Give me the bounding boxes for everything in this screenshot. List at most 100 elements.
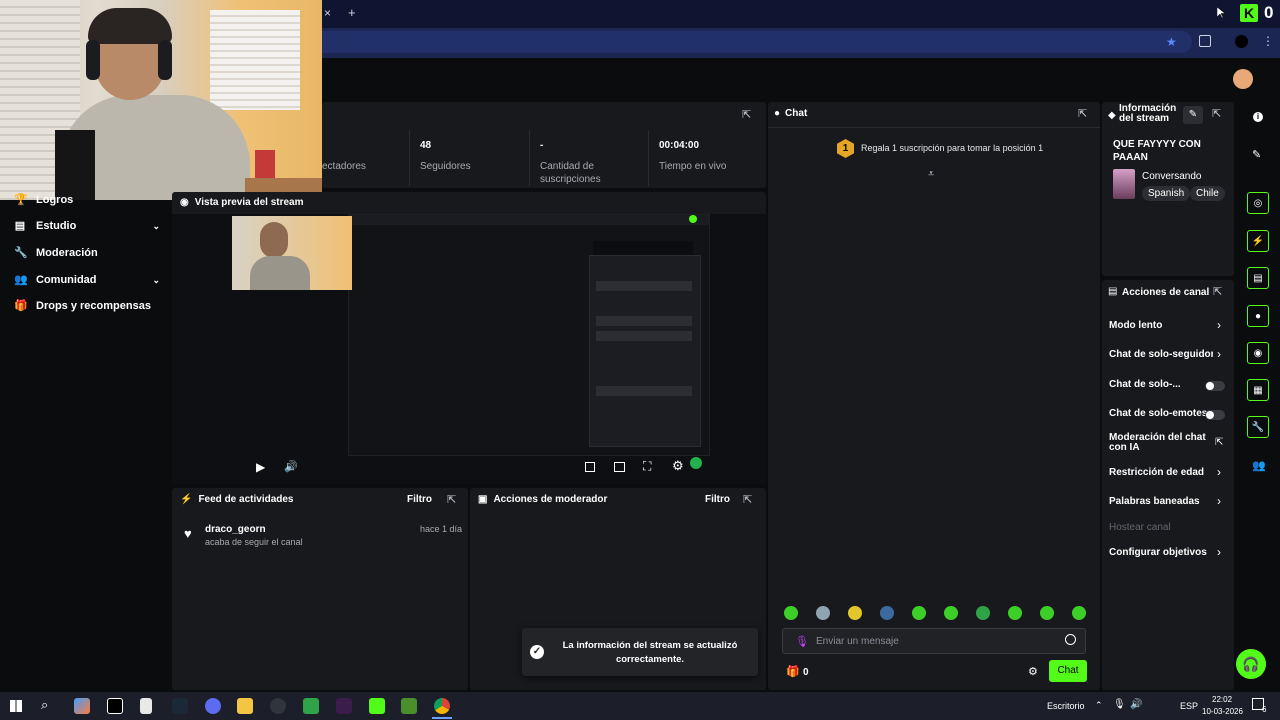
sidebar-item-comunidad[interactable]: 👥 Comunidad ⌄	[14, 274, 160, 286]
discord-icon[interactable]	[205, 698, 221, 714]
sidebar-item-moderacion[interactable]: 🔧 Moderación	[14, 247, 98, 259]
emote-icon[interactable]	[816, 606, 830, 620]
action-restriccion-edad[interactable]: Restricción de edad ›	[1109, 465, 1227, 481]
emoji-icon[interactable]	[1065, 634, 1076, 645]
rail-wrench-icon[interactable]: 🔧	[1247, 416, 1269, 438]
category-name[interactable]: Conversando	[1142, 171, 1201, 182]
action-configurar-objetivos[interactable]: Configurar objetivos ›	[1109, 545, 1227, 561]
mic-icon[interactable]: 🎙	[795, 635, 809, 648]
file-icon[interactable]	[140, 698, 152, 714]
minecraft-icon[interactable]	[401, 698, 417, 714]
action-solo-suscriptores[interactable]: Chat de solo-...	[1109, 379, 1227, 393]
clock-date[interactable]: 10-03-2026	[1202, 707, 1243, 716]
desktop-label[interactable]: Escritorio	[1047, 701, 1085, 711]
feed-filter-button[interactable]: Filtro	[407, 494, 432, 505]
ime-indicator[interactable]: ESP	[1180, 701, 1198, 711]
feed-item-user[interactable]: draco_georn	[205, 524, 266, 535]
search-icon[interactable]: ⌕	[41, 697, 48, 713]
chat-send-button[interactable]: Chat	[1049, 660, 1087, 682]
expand-icon[interactable]: ⇱	[447, 493, 456, 506]
folder-icon[interactable]	[237, 698, 253, 714]
points-icon[interactable]: 🎁	[786, 665, 800, 678]
fullscreen-icon[interactable]: ⛶	[643, 459, 651, 474]
emote-icon[interactable]	[848, 606, 862, 620]
app-icon[interactable]	[303, 698, 319, 714]
emote-icon[interactable]	[976, 606, 990, 620]
sidebar-item-drops[interactable]: 🎁 Drops y recompensas	[14, 300, 151, 312]
rail-bolt-icon[interactable]: ⚡	[1247, 230, 1269, 252]
rail-users-icon[interactable]: 👥	[1252, 459, 1266, 472]
chrome-icon[interactable]	[434, 698, 450, 714]
emote-icon[interactable]	[1072, 606, 1086, 620]
rail-list-icon[interactable]: ▤	[1247, 267, 1269, 289]
rail-chat-icon[interactable]: ●	[1247, 305, 1269, 327]
expand-icon[interactable]: ⇱	[1212, 107, 1221, 120]
expand-icon[interactable]: ⇱	[1078, 107, 1087, 120]
address-input[interactable]	[322, 31, 1192, 53]
toggle-switch[interactable]	[1205, 410, 1225, 420]
theater-icon[interactable]	[614, 462, 625, 472]
info-icon[interactable]: i	[1253, 112, 1263, 122]
bookmark-star-icon[interactable]: ★	[1166, 35, 1177, 49]
kick-app-icon[interactable]	[369, 698, 385, 714]
obs-icon[interactable]	[270, 698, 286, 714]
extensions-icon[interactable]	[1199, 35, 1211, 47]
profile-avatar[interactable]	[1235, 35, 1248, 48]
pip-icon[interactable]	[585, 462, 595, 472]
category-thumbnail[interactable]	[1113, 169, 1135, 199]
edit-pencil-icon[interactable]: ✎	[1183, 106, 1203, 124]
gift-leaderboard-text[interactable]: Regala 1 suscripción para tomar la posic…	[861, 143, 1043, 153]
action-solo-emotes[interactable]: Chat de solo-emotes	[1109, 408, 1227, 422]
action-label: Configurar objetivos	[1109, 547, 1207, 558]
new-tab-button[interactable]: +	[348, 5, 356, 20]
emote-icon[interactable]	[1040, 606, 1054, 620]
tag-chip[interactable]: Spanish	[1142, 186, 1191, 201]
chat-input[interactable]: 🎙 Enviar un mensaje	[782, 628, 1086, 654]
emote-icon[interactable]	[1008, 606, 1022, 620]
rail-broadcast-icon[interactable]: ◉	[1247, 342, 1269, 364]
preview-webcam	[232, 216, 352, 290]
windows-start-icon[interactable]	[10, 700, 22, 712]
browser-menu-icon[interactable]: ⋮	[1262, 34, 1274, 48]
action-palabras-baneadas[interactable]: Palabras baneadas ›	[1109, 494, 1227, 510]
play-icon[interactable]: ▶	[256, 460, 265, 474]
mod-filter-button[interactable]: Filtro	[705, 494, 730, 505]
app-icon[interactable]	[107, 698, 123, 714]
emote-icon[interactable]	[880, 606, 894, 620]
action-moderacion-ia[interactable]: Moderación del chat con IA ⇱	[1109, 433, 1227, 459]
stream-title: PAAAN	[1113, 152, 1148, 163]
emote-icon[interactable]	[912, 606, 926, 620]
action-solo-seguidores[interactable]: Chat de solo-seguidores ›	[1109, 347, 1227, 363]
toggle-switch[interactable]	[1205, 381, 1225, 391]
pencil-icon[interactable]: ✎	[1252, 148, 1261, 161]
support-headset-icon[interactable]: 🎧	[1236, 649, 1266, 679]
app-icon[interactable]	[336, 698, 352, 714]
expand-icon[interactable]: ⇱	[1213, 285, 1222, 298]
rail-layout-icon[interactable]: ▦	[1247, 379, 1269, 401]
tag-chip[interactable]: Chile	[1190, 186, 1225, 201]
rail-camera-icon[interactable]: ◎	[1247, 192, 1269, 214]
heart-icon: ♥	[184, 526, 192, 541]
sidebar-item-logros[interactable]: 🏆 Logros	[14, 194, 73, 206]
collapse-arrow-icon[interactable]: ⩡	[928, 168, 934, 181]
volume-icon[interactable]: 🔊	[284, 460, 298, 473]
volume-tray-icon[interactable]: 🔊	[1130, 699, 1142, 710]
info-pin-icon: ◆	[1108, 110, 1116, 121]
action-modo-lento[interactable]: Modo lento ›	[1109, 318, 1227, 334]
stream-info-panel: ◆ Información del stream ✎ ⇱ QUE FAYYYY …	[1102, 102, 1234, 276]
sidebar-item-estudio[interactable]: ▤ Estudio ⌄	[14, 220, 160, 232]
chat-settings-gear-icon[interactable]: ⚙	[1028, 665, 1038, 678]
steam-icon[interactable]	[172, 698, 188, 714]
preview-video[interactable]: ▶ 🔊 ⛶ ⚙	[172, 214, 766, 484]
emote-icon[interactable]	[784, 606, 798, 620]
close-tab-button[interactable]: ×	[324, 6, 331, 20]
expand-icon[interactable]: ⇱	[743, 493, 752, 506]
tray-chevron-icon[interactable]: ⌃	[1095, 700, 1103, 711]
clock-time[interactable]: 22:02	[1212, 695, 1232, 704]
user-avatar[interactable]	[1233, 69, 1253, 89]
expand-icon[interactable]: ⇱	[742, 108, 751, 121]
mic-tray-icon[interactable]: 🎙	[1113, 699, 1126, 710]
copilot-icon[interactable]	[74, 698, 90, 714]
settings-gear-icon[interactable]: ⚙	[672, 458, 684, 474]
emote-icon[interactable]	[944, 606, 958, 620]
